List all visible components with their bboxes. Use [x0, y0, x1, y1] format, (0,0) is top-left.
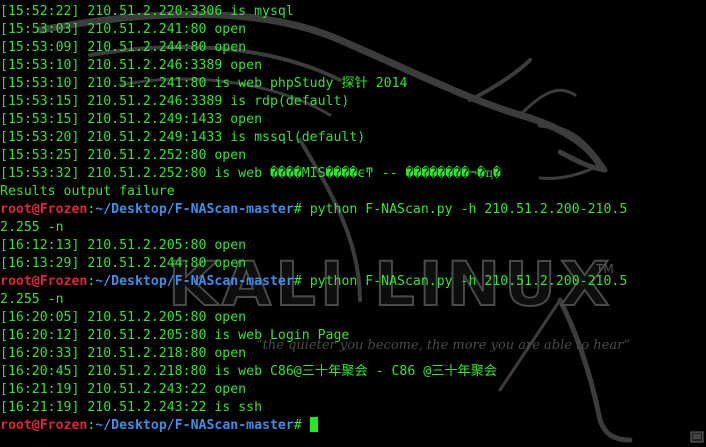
output-line: [15:53:20] 210.51.2.249:1433 is mssql(de…	[0, 130, 366, 145]
command-line: root@Frozen:~/Desktop/F-NAScan-master# p…	[0, 201, 706, 219]
terminal-corner-icon	[690, 431, 704, 443]
output-line: [16:20:05] 210.51.2.205:80 open	[0, 310, 247, 325]
output-line: [15:53:25] 210.51.2.252:80 open	[0, 148, 247, 163]
active-prompt-line[interactable]: root@Frozen:~/Desktop/F-NAScan-master#	[0, 417, 706, 435]
terminal-output[interactable]: [15:52:22] 210.51.2.220:3306 is mysql [1…	[0, 3, 706, 435]
output-line: 2.255 -n	[0, 220, 64, 235]
output-line: [16:20:45] 210.51.2.218:80 is web C86@三十…	[0, 364, 498, 379]
output-line: [16:21:19] 210.51.2.243:22 open	[0, 382, 247, 397]
prompt-user-host: root@Frozen	[0, 202, 88, 217]
output-line: [15:53:15] 210.51.2.249:1433 open	[0, 112, 263, 127]
output-line: [16:21:19] 210.51.2.243:22 is ssh	[0, 400, 263, 415]
prompt-cwd: ~/Desktop/F-NAScan-master	[95, 202, 294, 217]
output-line: [16:13:29] 210.51.2.244:80 open	[0, 256, 247, 271]
output-line: [16:20:33] 210.51.2.218:80 open	[0, 346, 247, 361]
command-line: root@Frozen:~/Desktop/F-NAScan-master# p…	[0, 273, 706, 291]
block-cursor[interactable]	[309, 417, 318, 432]
terminal-window[interactable]: KALI LINUX TM “the quieter you become, t…	[0, 0, 706, 447]
output-line: [16:20:12] 210.51.2.205:80 is web Login …	[0, 328, 350, 343]
output-line: [15:53:10] 210.51.2.241:80 is web phpStu…	[0, 76, 408, 91]
command-text: python F-NAScan.py -h 210.51.2.200-210.5	[309, 274, 628, 289]
prompt-cwd: ~/Desktop/F-NAScan-master	[95, 274, 294, 289]
output-line: 2.255 -n	[0, 292, 64, 307]
output-line: Results output failure	[0, 184, 175, 199]
prompt-cwd: ~/Desktop/F-NAScan-master	[95, 418, 294, 433]
output-line: [15:53:32] 210.51.2.252:80 is web ����MI…	[0, 166, 501, 181]
prompt-symbol: #	[293, 418, 310, 433]
output-line: [15:53:03] 210.51.2.241:80 open	[0, 22, 247, 37]
prompt-symbol: #	[293, 202, 310, 217]
prompt-user-host: root@Frozen	[0, 418, 88, 433]
output-line: [15:53:15] 210.51.2.246:3389 is rdp(defa…	[0, 94, 350, 109]
output-line: [15:53:09] 210.51.2.244:80 open	[0, 40, 247, 55]
output-line: [16:12:13] 210.51.2.205:80 open	[0, 238, 247, 253]
command-text: python F-NAScan.py -h 210.51.2.200-210.5	[309, 202, 628, 217]
prompt-symbol: #	[293, 274, 310, 289]
output-line: [15:53:10] 210.51.2.246:3389 open	[0, 58, 263, 73]
output-line: [15:52:22] 210.51.2.220:3306 is mysql	[0, 4, 294, 19]
prompt-user-host: root@Frozen	[0, 274, 88, 289]
